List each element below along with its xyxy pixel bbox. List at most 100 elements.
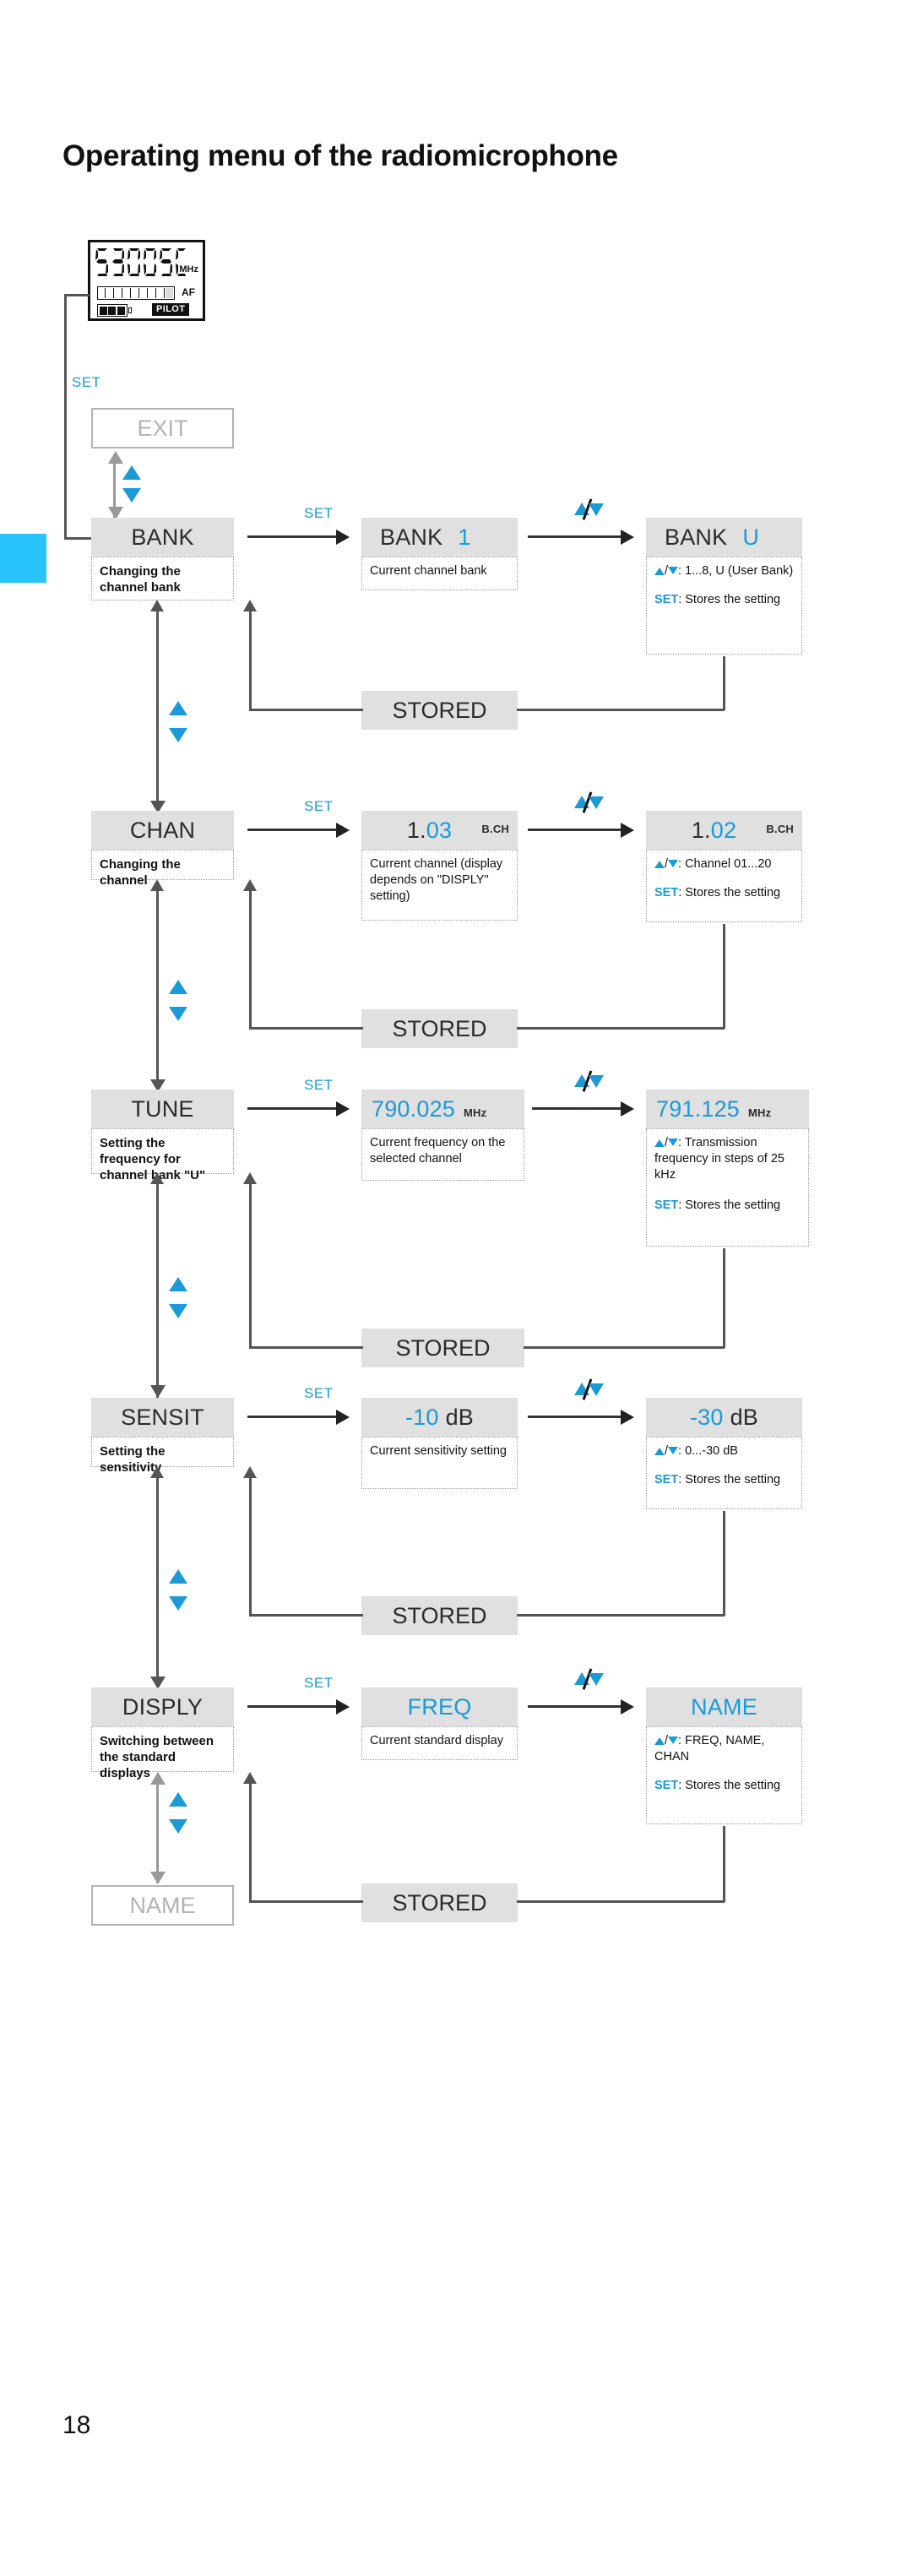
value-value-tune: 790.025 <box>372 1095 455 1122</box>
set-keyword-bank: SET <box>654 592 679 606</box>
menu-desc-disply: Switching between the standard displays <box>91 1726 234 1780</box>
up-arrow-icon-tune-sensit[interactable] <box>169 1277 187 1291</box>
value-header-disply: FREQ <box>361 1687 518 1726</box>
down-arrow-icon-sensit-disply[interactable] <box>169 1596 187 1611</box>
arrowhead-up-from-name <box>150 1772 166 1785</box>
lcd-frequency-row: MHz <box>90 242 203 281</box>
up-arrow-icon-chan-tune[interactable] <box>169 980 187 994</box>
down-arrow-icon-exit[interactable] <box>122 488 141 503</box>
connector-edit-to-stored-chan-v <box>723 924 725 1029</box>
value-suffix-chan: B.CH <box>481 823 509 835</box>
edit-range-bank-text: : 1...8, U (User Bank) <box>678 564 794 578</box>
lcd-display: MHz AF PILOT <box>88 240 205 321</box>
edit-label-chan: 1. <box>691 817 711 843</box>
edit-value-disply: NAME <box>691 1693 757 1720</box>
arrowhead-loop-chan-left <box>150 879 164 891</box>
connector-stored-tune-right <box>524 1346 725 1349</box>
connector-value-to-edit-sensit <box>528 1416 625 1418</box>
menu-desc-bank-text: Changing the channel bank <box>100 564 181 595</box>
up-arrow-icon-disply-name[interactable] <box>169 1792 187 1807</box>
up-arrow-icon <box>654 568 665 575</box>
edit-suffix-sensit: dB <box>730 1404 759 1430</box>
menu-header-tune: TUNE <box>91 1090 234 1128</box>
value-suffix-sensit: dB <box>445 1404 475 1430</box>
down-arrow-icon <box>668 860 679 867</box>
connector-bank-chan-vertical <box>156 694 159 812</box>
value-value-disply: FREQ <box>407 1693 472 1720</box>
edit-header-sensit: -30 dB <box>646 1398 802 1437</box>
name-box[interactable]: NAME <box>91 1885 234 1926</box>
page-title: Operating menu of the radiomicrophone <box>62 139 618 172</box>
connector-loop-bank-left-v <box>156 610 159 694</box>
lcd-pilot-badge: PILOT <box>152 303 190 316</box>
value-desc-sensit: Current sensitivity setting <box>361 1437 518 1489</box>
lcd-battery-icon <box>97 304 128 317</box>
arrowhead-sensit-to-value <box>336 1410 350 1425</box>
lcd-battery-tip-icon <box>128 307 132 313</box>
updown-label-bank <box>574 498 608 522</box>
arrowhead-loop-sensit-left <box>150 1466 164 1478</box>
value-desc-chan: Current channel (display depends on "DIS… <box>361 850 518 921</box>
up-arrow-icon-bank-chan[interactable] <box>169 701 187 715</box>
set-label-bank: SET <box>304 505 334 521</box>
edit-value-bank: U <box>742 524 760 550</box>
connector-stored-bank-to-menu-v <box>249 610 252 710</box>
down-arrow-icon-tune-sensit[interactable] <box>169 1304 187 1318</box>
stored-box-chan: STORED <box>361 1009 518 1048</box>
menu-desc-tune: Setting the frequency for channel bank "… <box>91 1128 234 1182</box>
up-arrow-icon-sensit-disply[interactable] <box>169 1569 187 1584</box>
set-keyword-disply: SET <box>654 1778 679 1792</box>
exit-box[interactable]: EXIT <box>91 408 234 448</box>
arrowhead-stored-bank-up <box>243 600 257 611</box>
value-prefix-sensit: - <box>404 1404 414 1430</box>
down-arrow-icon <box>668 1139 679 1146</box>
connector-stored-sensit-right <box>517 1614 725 1617</box>
set-label-sensit: SET <box>304 1385 334 1401</box>
edit-store-tune-line: SET: Stores the setting <box>654 1198 781 1212</box>
menu-header-bank: BANK <box>91 518 234 557</box>
down-arrow-icon <box>668 1736 679 1744</box>
page-number: 18 <box>62 2411 91 2439</box>
stored-box-disply: STORED <box>361 1883 518 1922</box>
connector-stored-bank-right <box>517 709 725 711</box>
arrowhead-loop-bank-left <box>150 600 164 611</box>
down-arrow-icon <box>668 1447 679 1454</box>
arrowhead-value-to-edit-sensit <box>621 1410 634 1425</box>
edit-suffix-chan: B.CH <box>766 823 794 835</box>
edit-store-sensit-text: Stores the setting <box>685 1472 781 1486</box>
connector-edit-to-stored-disply-v <box>723 1826 725 1902</box>
down-triangle-icon <box>589 1383 604 1396</box>
set-label-disply: SET <box>304 1675 334 1691</box>
down-arrow-icon <box>668 567 679 574</box>
connector-bank-to-value <box>247 535 340 538</box>
set-keyword-tune: SET <box>654 1198 679 1212</box>
stored-box-sensit: STORED <box>361 1596 518 1635</box>
value-desc-disply-text: Current standard display <box>370 1734 503 1747</box>
connector-stored-disply-to-menu-v <box>249 1782 252 1902</box>
connector-edit-to-stored-bank-v <box>723 656 725 710</box>
updown-label-disply <box>574 1668 608 1692</box>
arrowhead-loop-tune-left <box>150 1172 164 1184</box>
edit-range-tune-line: /: Transmission frequency in steps of 25… <box>654 1136 784 1182</box>
down-arrow-icon-bank-chan[interactable] <box>169 728 187 742</box>
value-header-tune: 790.025 MHz <box>361 1090 524 1128</box>
connector-loop-tune-left-v <box>156 1182 159 1267</box>
connector-tune-to-value <box>247 1107 340 1110</box>
value-suffix-tune: MHz <box>464 1106 487 1119</box>
down-arrow-icon-chan-tune[interactable] <box>169 1007 187 1021</box>
value-desc-tune-text: Current frequency on the selected channe… <box>370 1136 506 1166</box>
connector-loop-sensit-left-v <box>156 1476 159 1561</box>
value-value-chan: 03 <box>426 817 453 843</box>
edit-prefix-sensit: - <box>689 1404 698 1430</box>
arrowhead-value-to-edit-tune <box>621 1101 634 1117</box>
edit-store-bank-text: Stores the setting <box>685 592 781 606</box>
down-arrow-icon-disply-name[interactable] <box>169 1819 187 1834</box>
arrowhead-chan-to-value <box>336 823 350 838</box>
edit-range-sensit-line: /: 0...-30 dB <box>654 1443 794 1459</box>
value-value-bank: 1 <box>458 524 471 550</box>
up-arrow-icon-exit[interactable] <box>122 465 141 480</box>
value-desc-bank: Current channel bank <box>361 557 518 590</box>
lcd-af-label: AF <box>182 286 195 298</box>
arrowhead-stored-sensit-up <box>243 1466 257 1478</box>
connector-sensit-to-value <box>247 1416 340 1418</box>
